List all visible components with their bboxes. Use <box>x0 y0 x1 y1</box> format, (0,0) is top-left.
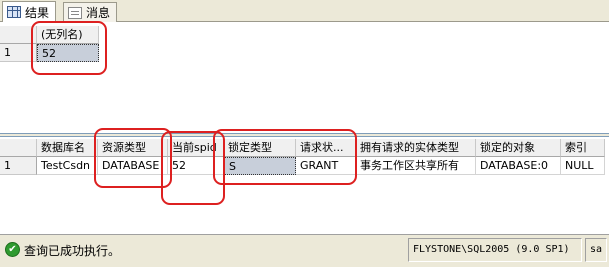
result-grid-1[interactable]: (无列名) 1 52 <box>0 21 609 134</box>
grid1-corner <box>0 26 37 44</box>
column-header[interactable]: 锁定类型 <box>224 139 296 157</box>
table-cell[interactable]: DATABASE:0 <box>476 157 561 175</box>
column-header[interactable]: 当前spid <box>168 139 224 157</box>
grid2-corner <box>0 139 37 157</box>
table-cell[interactable]: S <box>224 157 296 175</box>
tab-messages[interactable]: 消息 <box>63 2 118 22</box>
column-header[interactable]: 数据库名 <box>37 139 98 157</box>
results-tab-bar: 结果 消息 <box>0 0 609 22</box>
server-info: FLYSTONE\SQL2005 (9.0 SP1) <box>408 238 582 262</box>
tab-results-label: 结果 <box>25 5 50 20</box>
result-grid-2[interactable]: 数据库名 资源类型 当前spid 锁定类型 请求状... 拥有请求的实体类型 锁… <box>0 128 609 234</box>
table-cell[interactable]: 52 <box>37 44 99 62</box>
tab-results[interactable]: 结果 <box>2 1 57 22</box>
status-message: 查询已成功执行。 <box>24 244 121 258</box>
tab-messages-label: 消息 <box>86 6 111 20</box>
row-number[interactable]: 1 <box>0 44 37 62</box>
grid-icon <box>7 6 21 18</box>
table-cell[interactable]: GRANT <box>296 157 356 175</box>
status-bar: ✔ 查询已成功执行。 FLYSTONE\SQL2005 (9.0 SP1) sa <box>0 234 609 267</box>
message-icon <box>68 6 82 19</box>
column-header[interactable]: 锁定的对象 <box>476 139 561 157</box>
column-header[interactable]: 请求状... <box>296 139 356 157</box>
column-header[interactable]: 资源类型 <box>98 139 168 157</box>
user-info: sa <box>585 238 607 262</box>
table-cell[interactable]: NULL <box>561 157 605 175</box>
row-number[interactable]: 1 <box>0 157 37 175</box>
table-cell[interactable]: TestCsdn <box>37 157 98 175</box>
success-check-icon: ✔ <box>5 242 20 257</box>
column-header[interactable]: 拥有请求的实体类型 <box>356 139 476 157</box>
table-cell[interactable]: DATABASE <box>98 157 168 175</box>
column-header[interactable]: 索引 <box>561 139 605 157</box>
column-header[interactable]: (无列名) <box>37 26 99 44</box>
table-cell[interactable]: 52 <box>168 157 224 175</box>
table-cell[interactable]: 事务工作区共享所有 <box>356 157 476 175</box>
